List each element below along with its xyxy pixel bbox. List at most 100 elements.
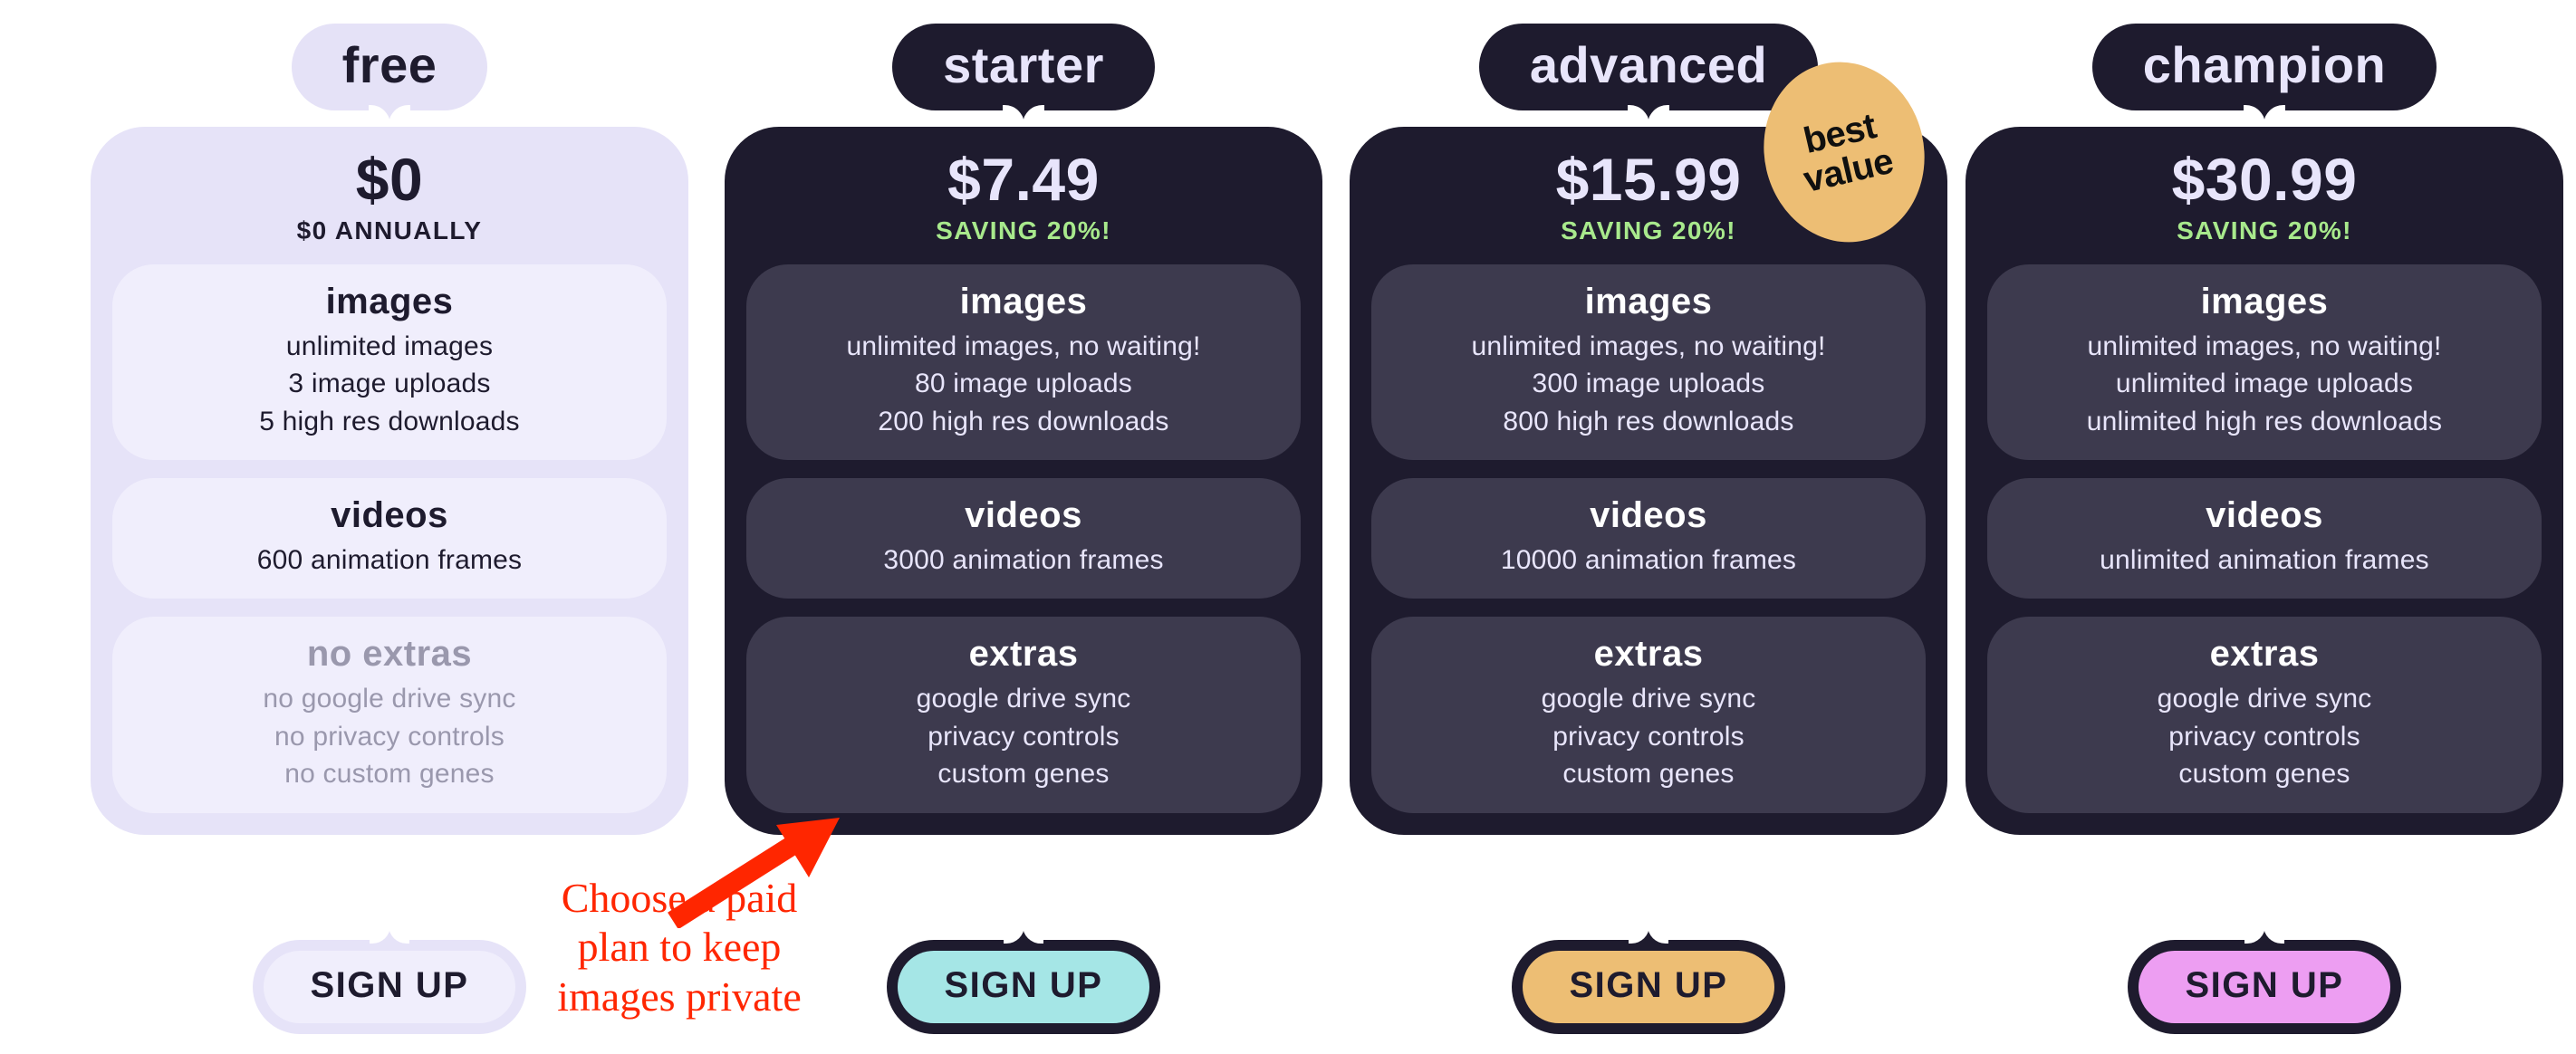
feature-line: privacy controls [2168,721,2360,752]
plan-tab-wrap-champion: champion [1956,24,2572,125]
plan-name-tab-champion[interactable]: champion [2091,24,2437,125]
feature-section-extras: extras google drive sync privacy controls c… [1987,617,2542,813]
feature-line: 80 image uploads [914,369,1133,399]
button-neck [369,925,409,944]
signup-button-face[interactable]: SIGN UP [1522,951,1775,1023]
signup-button-label: SIGN UP [1569,965,1728,1005]
signup-button-advanced[interactable]: SIGN UP [1511,925,1786,1034]
signup-button-face[interactable]: SIGN UP [263,951,516,1023]
pricing-page: free $0 $0 ANNUALLY images unlimited images 3… [0,0,2576,1054]
feature-section-title: images [325,281,454,321]
feature-section-extras: extras google drive sync privacy controls c… [1371,617,1926,813]
feature-line: 10000 animation frames [1500,545,1797,576]
feature-line: 200 high res downloads [878,406,1169,436]
button-neck [1628,925,1668,944]
signup-button-face[interactable]: SIGN UP [2138,951,2391,1023]
feature-section-videos: videos unlimited animation frames [1987,478,2542,599]
plan-name-tab-advanced[interactable]: advanced [1478,24,1819,125]
feature-section-title: images [2200,281,2329,321]
plan-name-label: champion [2142,36,2387,93]
feature-line: 3 image uploads [288,369,491,399]
signup-button-champion[interactable]: SIGN UP [2127,925,2402,1034]
feature-line: unlimited images, no waiting! [1471,331,1826,361]
feature-line: google drive sync [2157,684,2372,714]
feature-section-videos: videos 600 animation frames [112,478,667,599]
annotation-line-3: images private [557,973,802,1020]
feature-section-title: no extras [306,634,473,675]
button-neck [2244,925,2284,944]
feature-line: google drive sync [916,684,1131,714]
feature-section-title: videos [1590,495,1707,536]
plan-tab-wrap-free: free [82,24,697,125]
plan-name-label: free [341,36,437,93]
tab-neck [2244,105,2285,125]
feature-line: 600 animation frames [256,545,523,576]
feature-line: unlimited image uploads [2115,369,2414,399]
signup-button-label: SIGN UP [310,965,469,1005]
feature-line: unlimited images [285,331,494,361]
feature-line: custom genes [1562,759,1735,790]
feature-line: 3000 animation frames [883,545,1164,576]
plan-price: $7.49 [947,146,1100,213]
plan-tab-wrap-starter: starter [716,24,1331,125]
feature-line: 300 image uploads [1532,369,1765,399]
signup-button-label: SIGN UP [2185,965,2344,1005]
feature-section-title: videos [331,495,448,536]
feature-section-title: videos [965,495,1082,536]
feature-section-no-extras: no extras no google drive sync no privacy … [112,617,667,813]
feature-line: unlimited images, no waiting! [846,331,1201,361]
plan-name-tab-free[interactable]: free [291,24,488,125]
feature-line: no google drive sync [263,684,516,714]
feature-section-title: extras [1593,634,1704,675]
plan-name-label: advanced [1529,36,1768,93]
plan-price: $30.99 [2171,146,2358,213]
feature-section-title: extras [968,634,1079,675]
signup-button-label: SIGN UP [944,965,1103,1005]
feature-section-images: images unlimited images 3 image uploads 5 h… [112,264,667,461]
feature-section-title: images [959,281,1088,321]
annotation-text: Choose a paid plan to keep images privat… [525,874,833,1021]
plan-name-label: starter [943,36,1104,93]
plan-body-free: $0 $0 ANNUALLY images unlimited images 3 ima… [91,127,688,835]
feature-section-images: images unlimited images, no waiting! 80 im… [746,264,1301,461]
plan-subprice: $0 ANNUALLY [296,216,483,244]
feature-line: privacy controls [928,721,1120,752]
tab-neck [1002,105,1044,125]
signup-wrap-champion: SIGN UP [1956,925,2572,1034]
feature-line: 5 high res downloads [259,406,520,436]
plan-body-champion: $30.99 SAVING 20%! images unlimited images,… [1966,127,2563,835]
feature-section-videos: videos 10000 animation frames [1371,478,1926,599]
feature-line: unlimited animation frames [2100,545,2429,576]
feature-section-images: images unlimited images, no waiting! 300 i… [1371,264,1926,461]
plan-card-champion: champion $30.99 SAVING 20%! images unlimited… [1956,0,2572,1054]
plan-subprice: SAVING 20%! [936,216,1111,244]
feature-line: custom genes [2178,759,2350,790]
button-neck [1003,925,1043,944]
feature-section-title: extras [2209,634,2320,675]
annotation-line-1: Choose a paid [561,875,798,921]
plan-subprice: SAVING 20%! [2177,216,2352,244]
feature-line: unlimited high res downloads [2086,406,2443,436]
feature-section-videos: videos 3000 animation frames [746,478,1301,599]
tab-neck [1628,105,1669,125]
annotation-line-2: plan to keep [577,924,782,971]
feature-section-title: videos [2206,495,2323,536]
signup-button-free[interactable]: SIGN UP [252,925,527,1034]
feature-line: 800 high res downloads [1503,406,1794,436]
signup-wrap-advanced: SIGN UP [1341,925,1956,1034]
feature-line: no privacy controls [274,721,505,752]
feature-line: unlimited images, no waiting! [2087,331,2442,361]
feature-section-images: images unlimited images, no waiting! unlim… [1987,264,2542,461]
plan-body-starter: $7.49 SAVING 20%! images unlimited images, … [725,127,1322,835]
feature-line: privacy controls [1552,721,1745,752]
feature-line: custom genes [937,759,1110,790]
plan-price: $0 [355,146,424,213]
signup-button-starter[interactable]: SIGN UP [886,925,1161,1034]
feature-section-title: images [1584,281,1713,321]
tab-neck [368,105,410,125]
feature-line: google drive sync [1541,684,1756,714]
plan-name-tab-starter[interactable]: starter [892,24,1155,125]
feature-section-extras: extras google drive sync privacy controls c… [746,617,1301,813]
signup-button-face[interactable]: SIGN UP [897,951,1150,1023]
feature-line: no custom genes [284,759,495,790]
